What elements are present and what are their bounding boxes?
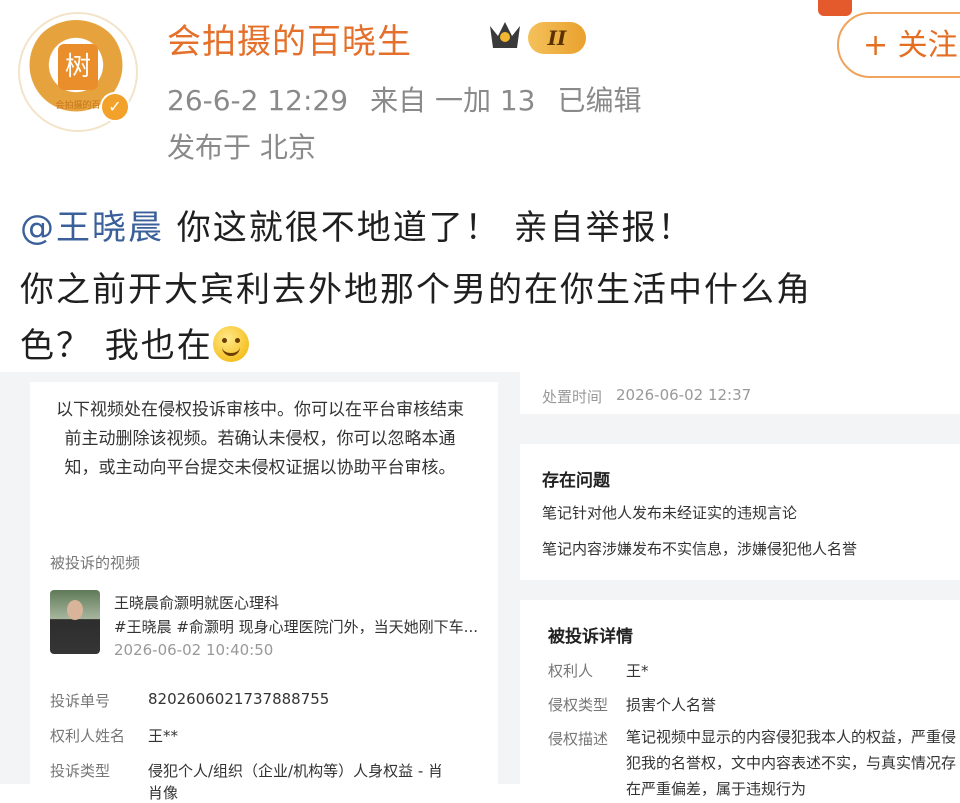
rights-holder: 王**	[148, 727, 179, 745]
post-source: 来自 一加 13	[370, 84, 536, 117]
type-label: 侵权类型	[548, 696, 609, 714]
post-text-line-1: @王晓晨 你这就很不地道了！ 亲自举报！	[20, 200, 694, 249]
issue-1: 笔记针对他人发布未经证实的违规言论	[542, 504, 798, 522]
handle-time-card: 处置时间 2026-06-02 12:37	[520, 372, 960, 414]
video-time: 2026-06-02 10:40:50	[114, 641, 274, 659]
video-section-label: 被投诉的视频	[50, 554, 141, 572]
crown-icon	[490, 22, 520, 48]
post-text-3: 色？ 我也在	[20, 326, 213, 366]
handle-time-label: 处置时间	[542, 388, 603, 406]
mention-link[interactable]: @王晓晨	[20, 208, 164, 248]
post-meta: 26-6-2 12:29 来自 一加 13 已编辑	[167, 79, 664, 119]
holder-label: 权利人	[548, 662, 594, 680]
username[interactable]: 会拍摄的百晓生	[167, 14, 412, 63]
complaint-type-label: 投诉类型	[50, 762, 111, 780]
video-thumbnail	[50, 590, 100, 654]
holder: 王*	[626, 662, 649, 680]
issue-2: 笔记内容涉嫌发布不实信息，涉嫌侵犯他人名誉	[542, 540, 858, 558]
issue-card: 存在问题 笔记针对他人发布未经证实的违规言论 笔记内容涉嫌发布不实信息，涉嫌侵犯…	[520, 444, 960, 580]
embedded-screenshot[interactable]: 以下视频处在侵权投诉审核中。你可以在平台审核结束前主动删除该视频。若确认未侵权，…	[0, 372, 960, 802]
video-title: 王晓晨俞灏明就医心理科	[114, 594, 280, 612]
desc: 笔记视频中显示的内容侵犯我本人的权益，严重侵犯我的名誉权，文中内容表述不实，与真…	[626, 728, 957, 798]
detail-title: 被投诉详情	[548, 627, 633, 647]
avatar-seal: 树	[58, 44, 98, 90]
complaint-type: 侵犯个人/组织（企业/机构等）人身权益 - 肖	[148, 762, 444, 780]
notification-icon	[818, 0, 852, 16]
level-badge: II	[528, 22, 586, 54]
complaint-left-panel: 以下视频处在侵权投诉审核中。你可以在平台审核结束前主动删除该视频。若确认未侵权，…	[30, 382, 498, 802]
complaint-no: 8202606021737888755	[148, 690, 330, 708]
desc-label: 侵权描述	[548, 730, 609, 748]
handle-time: 2026-06-02 12:37	[616, 386, 752, 404]
follow-button[interactable]: + 关注	[837, 12, 960, 78]
smile-emoji-icon	[212, 326, 249, 362]
post-date: 26-6-2 12:29	[167, 84, 349, 117]
post-edited: 已编辑	[557, 84, 642, 117]
rights-holder-label: 权利人姓名	[50, 727, 126, 745]
post-text-line-2: 你之前开大宾利去外地那个男的在你生活中什么角	[20, 270, 812, 310]
complaint-no-label: 投诉单号	[50, 692, 111, 710]
detail-card: 被投诉详情 权利人 王* 侵权类型 损害个人名誉 侵权描述 笔记视频中显示的内容…	[520, 600, 960, 798]
issue-title: 存在问题	[542, 471, 610, 491]
post-text-1: 你这就很不地道了！ 亲自举报！	[164, 208, 694, 248]
verified-icon: ✓	[100, 92, 130, 122]
complaint-notice: 以下视频处在侵权投诉审核中。你可以在平台审核结束前主动删除该视频。若确认未侵权，…	[56, 400, 464, 478]
type: 损害个人名誉	[626, 696, 717, 714]
post-location: 发布于 北京	[167, 131, 316, 164]
video-tags: #王晓晨 #俞灏明 现身心理医院门外，当天她刚下车...	[114, 618, 478, 636]
complaint-type-cont: 肖像	[148, 784, 179, 802]
post-text-line-3: 色？ 我也在	[20, 318, 249, 367]
